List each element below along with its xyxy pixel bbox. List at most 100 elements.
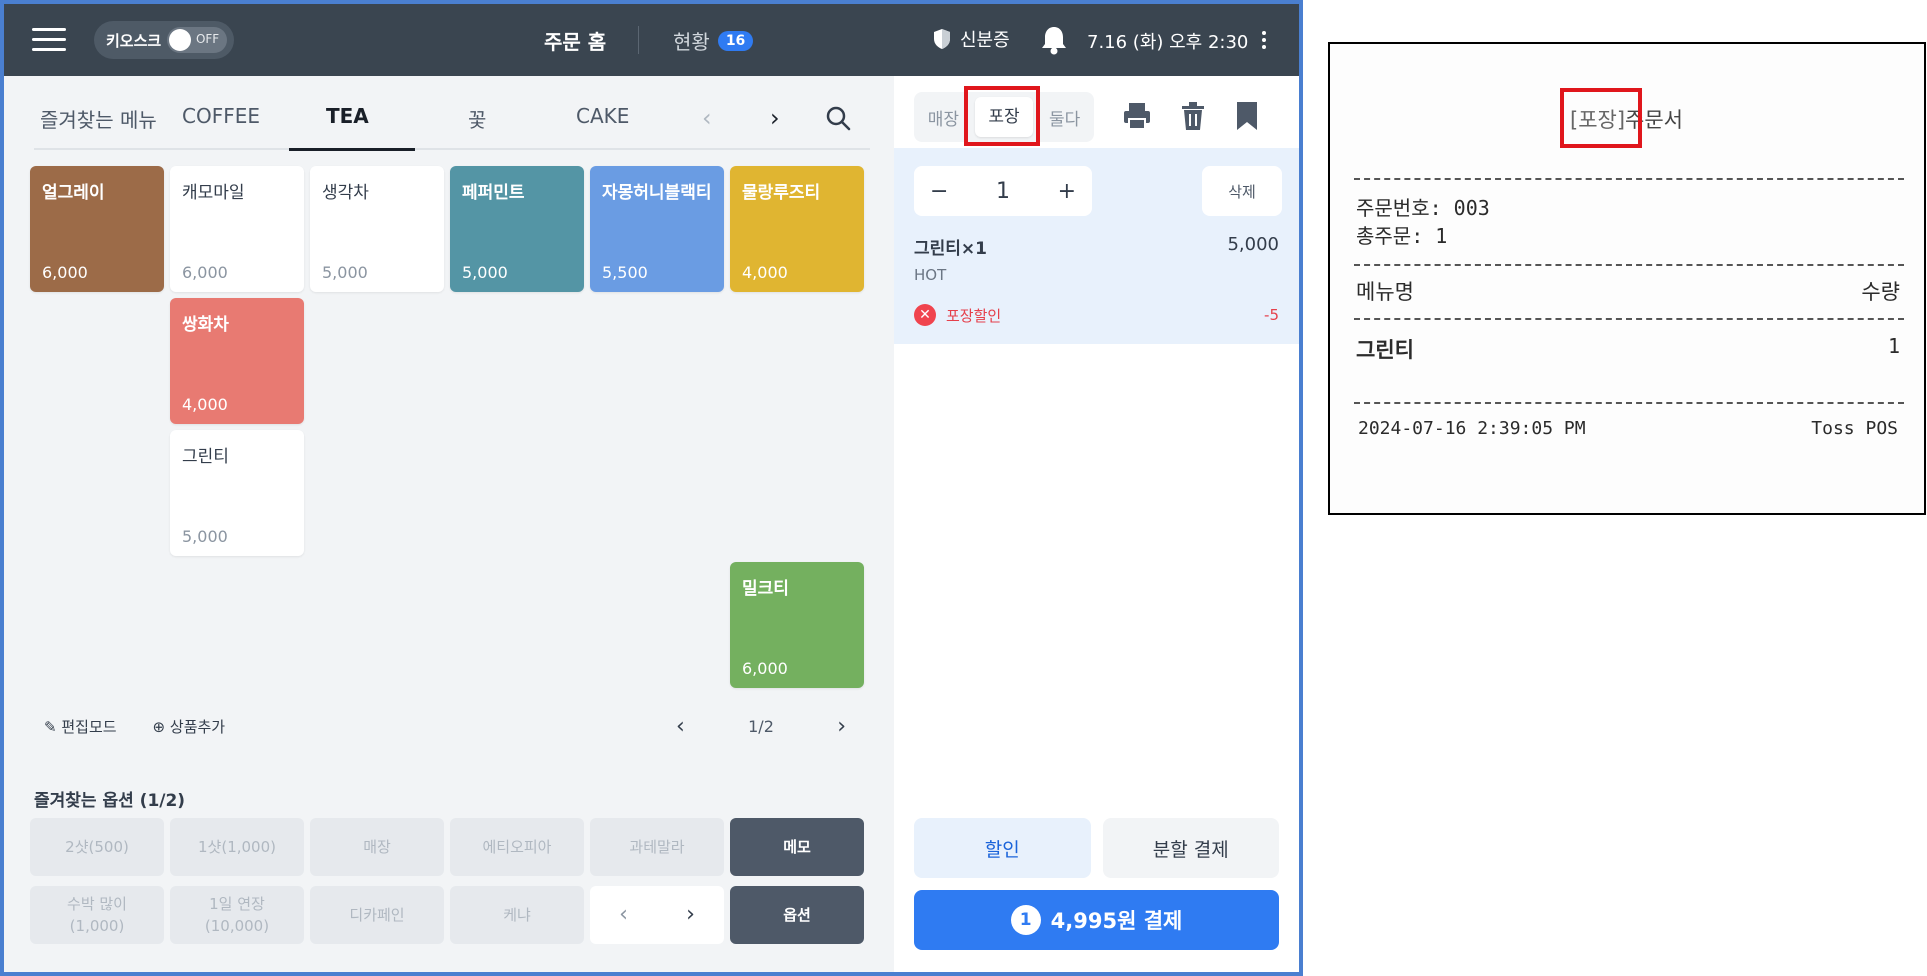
page-next-icon[interactable]: › bbox=[837, 714, 846, 739]
memo-button[interactable]: 메모 bbox=[730, 818, 864, 876]
printed-receipt: [포장]주문서 주문번호: 003 총주문: 1 메뉴명 수량 그린티 1 20… bbox=[1328, 42, 1926, 515]
printer-icon[interactable] bbox=[1122, 100, 1152, 132]
menu-tile[interactable]: 생각차 5,000 bbox=[310, 166, 444, 292]
receipt-brand: Toss POS bbox=[1811, 418, 1898, 439]
receipt-divider bbox=[1354, 402, 1904, 404]
option-button[interactable]: 수박 많이 (1,000) bbox=[30, 886, 164, 944]
tile-name: 밀크티 bbox=[742, 579, 789, 599]
delete-button[interactable]: 삭제 bbox=[1202, 166, 1282, 216]
tile-price: 4,000 bbox=[182, 395, 228, 414]
receipt-col-menu: 메뉴명 bbox=[1356, 280, 1414, 304]
category-tabs: 즐겨찾는 메뉴 COFFEE TEA 꽃 CAKE ‹ › bbox=[34, 90, 870, 151]
action-buttons: 할인 분할 결제 bbox=[914, 818, 1279, 878]
discount-button[interactable]: 할인 bbox=[914, 818, 1091, 878]
id-check-button[interactable]: 신분증 bbox=[932, 26, 1010, 52]
pos-window: 키오스크 OFF 주문 홈 현황 16 신분증 7.16 (화) 오후 2:30… bbox=[0, 0, 1303, 976]
menu-tile[interactable]: 자몽허니블랙티 5,500 bbox=[590, 166, 724, 292]
tile-price: 6,000 bbox=[182, 263, 228, 282]
tile-price: 6,000 bbox=[742, 659, 788, 678]
menu-tile[interactable]: 캐모마일 6,000 bbox=[170, 166, 304, 292]
kiosk-toggle-text: OFF bbox=[195, 32, 220, 46]
quantity-stepper: − 1 + bbox=[914, 166, 1092, 216]
tile-name: 물랑루즈티 bbox=[742, 183, 821, 203]
receipt-timestamp: 2024-07-16 2:39:05 PM bbox=[1358, 418, 1586, 439]
option-button[interactable]: 에티오피아 bbox=[450, 818, 584, 876]
tab-cake[interactable]: CAKE bbox=[576, 104, 629, 128]
minus-icon[interactable]: − bbox=[930, 179, 948, 204]
split-payment-button[interactable]: 분할 결제 bbox=[1102, 818, 1279, 878]
option-button[interactable]: 디카페인 bbox=[310, 886, 444, 944]
current-datetime: 7.16 (화) 오후 2:30 bbox=[1087, 32, 1249, 53]
tile-price: 5,000 bbox=[322, 263, 368, 282]
menu-pager: ‹ 1/2 › bbox=[676, 714, 846, 739]
pay-button[interactable]: 1 4,995원 결제 bbox=[914, 890, 1279, 950]
options-button[interactable]: 옵션 bbox=[730, 886, 864, 944]
category-prev-icon[interactable]: ‹ bbox=[702, 104, 712, 132]
tab-favorites[interactable]: 즐겨찾는 메뉴 bbox=[40, 104, 157, 133]
pay-label: 4,995원 결제 bbox=[1050, 909, 1183, 933]
receipt-item-qty: 1 bbox=[1887, 334, 1900, 358]
mode-both[interactable]: 둘다 bbox=[1035, 105, 1094, 130]
receipt-item-name: 그린티 bbox=[1356, 338, 1414, 362]
option-button[interactable]: 1일 연장 (10,000) bbox=[170, 886, 304, 944]
toggle-knob bbox=[169, 29, 192, 51]
menu-tile[interactable]: 얼그레이 6,000 bbox=[30, 166, 164, 292]
tile-price: 5,500 bbox=[602, 263, 648, 282]
option-button[interactable]: 과테말라 bbox=[590, 818, 724, 876]
option-label: 수박 많이 bbox=[67, 895, 127, 913]
menu-edit-actions: ✎ 편집모드 ⊕ 상품추가 bbox=[44, 716, 225, 737]
option-button[interactable]: 매장 bbox=[310, 818, 444, 876]
option-button[interactable]: 1샷(1,000) bbox=[170, 818, 304, 876]
divider bbox=[638, 26, 639, 54]
bell-icon[interactable] bbox=[1040, 24, 1068, 56]
receipt-order-number: 주문번호: 003 bbox=[1356, 196, 1490, 220]
bookmark-icon[interactable] bbox=[1232, 100, 1262, 132]
receipt-total-orders: 총주문: 1 bbox=[1356, 224, 1448, 248]
tile-name: 얼그레이 bbox=[42, 183, 105, 203]
page-indicator: 1/2 bbox=[748, 717, 774, 736]
menu-tile[interactable]: 쌍화차 4,000 bbox=[170, 298, 304, 424]
menu-tile[interactable]: 페퍼민트 5,000 bbox=[450, 166, 584, 292]
kiosk-label: 키오스크 bbox=[106, 31, 162, 50]
remove-discount-icon[interactable]: ✕ bbox=[914, 304, 936, 326]
menu-tile[interactable]: 밀크티 6,000 bbox=[730, 562, 864, 688]
tab-coffee[interactable]: COFFEE bbox=[182, 104, 260, 128]
order-panel: 매장 포장 둘다 − 1 + 삭제 그린티×1 5,000 HOT ✕ 포장할인… bbox=[894, 76, 1299, 972]
more-options-icon[interactable] bbox=[1258, 28, 1270, 54]
menu-tile[interactable]: 물랑루즈티 4,000 bbox=[730, 166, 864, 292]
tab-tea[interactable]: TEA bbox=[326, 104, 369, 128]
page-prev-icon[interactable]: ‹ bbox=[676, 714, 685, 739]
plus-icon[interactable]: + bbox=[1058, 179, 1076, 204]
trash-icon[interactable] bbox=[1178, 100, 1208, 132]
option-button[interactable]: 2샷(500) bbox=[30, 818, 164, 876]
receipt-divider bbox=[1354, 178, 1904, 180]
option-prev-icon[interactable]: ‹ bbox=[619, 904, 628, 926]
category-next-icon[interactable]: › bbox=[770, 104, 780, 132]
tile-price: 4,000 bbox=[742, 263, 788, 282]
tile-name: 자몽허니블랙티 bbox=[602, 183, 712, 203]
id-label: 신분증 bbox=[960, 30, 1010, 51]
edit-mode-button[interactable]: ✎ 편집모드 bbox=[44, 716, 117, 737]
receipt-col-qty: 수량 bbox=[1861, 280, 1900, 304]
tab-flower[interactable]: 꽃 bbox=[468, 104, 486, 133]
tile-name: 캐모마일 bbox=[182, 183, 245, 203]
quantity-value: 1 bbox=[996, 178, 1010, 204]
tab-order-home[interactable]: 주문 홈 bbox=[544, 26, 606, 55]
kiosk-toggle[interactable]: OFF bbox=[167, 27, 228, 53]
option-label: 1일 연장 bbox=[209, 895, 265, 913]
hamburger-menu-icon[interactable] bbox=[32, 26, 68, 54]
menu-tile[interactable]: 그린티 5,000 bbox=[170, 430, 304, 556]
tab-status[interactable]: 현황 16 bbox=[673, 26, 754, 55]
tile-price: 5,000 bbox=[182, 527, 228, 546]
search-icon[interactable] bbox=[824, 104, 852, 132]
tile-price: 6,000 bbox=[42, 263, 88, 282]
option-pager: ‹ › bbox=[590, 886, 724, 944]
option-next-icon[interactable]: › bbox=[686, 904, 695, 926]
menu-panel: 즐겨찾는 메뉴 COFFEE TEA 꽃 CAKE ‹ › 얼그레이 6,000… bbox=[4, 76, 894, 972]
discount-row: ✕ 포장할인 -5 bbox=[914, 304, 1279, 326]
add-item-button[interactable]: ⊕ 상품추가 bbox=[153, 716, 226, 737]
option-button[interactable]: 케냐 bbox=[450, 886, 584, 944]
pay-item-count: 1 bbox=[1010, 905, 1041, 935]
tile-price: 5,000 bbox=[462, 263, 508, 282]
tile-name: 생각차 bbox=[322, 183, 369, 203]
